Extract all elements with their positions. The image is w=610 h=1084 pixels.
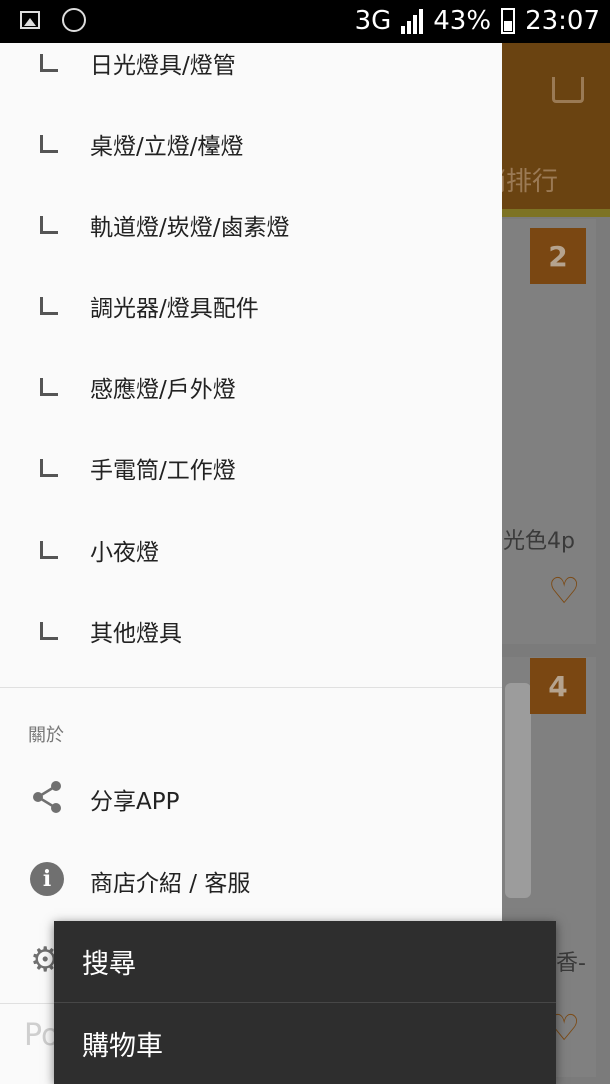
subcategory-icon [40, 296, 58, 315]
heart-icon: ♡ [548, 571, 581, 612]
category-item[interactable]: 日光燈具/燈管 [0, 22, 502, 103]
product-title: 香- [556, 951, 586, 976]
subcategory-icon [40, 215, 58, 234]
battery-icon [501, 8, 516, 34]
section-header-about: 關於 [28, 725, 64, 746]
cart-icon [552, 77, 584, 103]
store-info-label: 商店介紹 / 客服 [90, 871, 251, 897]
share-icon [30, 780, 64, 814]
category-label: 日光燈具/燈管 [90, 52, 236, 79]
subcategory-icon [40, 458, 58, 477]
product-image [505, 683, 531, 898]
share-app-label: 分享APP [90, 789, 180, 815]
menu-item-search[interactable]: 搜尋 [54, 921, 556, 1002]
category-label: 桌燈/立燈/檯燈 [90, 133, 244, 160]
category-label: 其他燈具 [90, 620, 182, 647]
rank-badge: 4 [530, 658, 586, 714]
subcategory-icon [40, 53, 58, 72]
section-divider [0, 687, 502, 688]
category-label: 軌道燈/崁燈/鹵素燈 [90, 214, 290, 241]
menu-item-cart[interactable]: 購物車 [54, 1003, 556, 1084]
product-title: 光色4p [503, 529, 575, 554]
category-label: 感應燈/戶外燈 [90, 376, 236, 403]
category-item[interactable]: 其他燈具 [0, 590, 502, 671]
category-label: 調光器/燈具配件 [90, 295, 259, 322]
subcategory-icon [40, 377, 58, 396]
share-app-item[interactable]: 分享APP [0, 758, 502, 838]
clock: 23:07 [525, 6, 600, 36]
category-label: 手電筒/工作燈 [90, 457, 236, 484]
subcategory-icon [40, 134, 58, 153]
category-item[interactable]: 小夜燈 [0, 509, 502, 590]
overflow-menu: 搜尋 購物車 [54, 921, 556, 1084]
category-item[interactable]: 感應燈/戶外燈 [0, 346, 502, 427]
category-item[interactable]: 手電筒/工作燈 [0, 427, 502, 508]
rank-badge: 2 [530, 228, 586, 284]
subcategory-icon [40, 540, 58, 559]
store-info-item[interactable]: i 商店介紹 / 客服 [0, 840, 502, 920]
category-item[interactable]: 桌燈/立燈/檯燈 [0, 103, 502, 184]
category-item[interactable]: 軌道燈/崁燈/鹵素燈 [0, 184, 502, 265]
info-icon: i [30, 862, 64, 896]
category-label: 小夜燈 [90, 539, 159, 566]
category-item[interactable]: 調光器/燈具配件 [0, 265, 502, 346]
subcategory-icon [40, 621, 58, 640]
